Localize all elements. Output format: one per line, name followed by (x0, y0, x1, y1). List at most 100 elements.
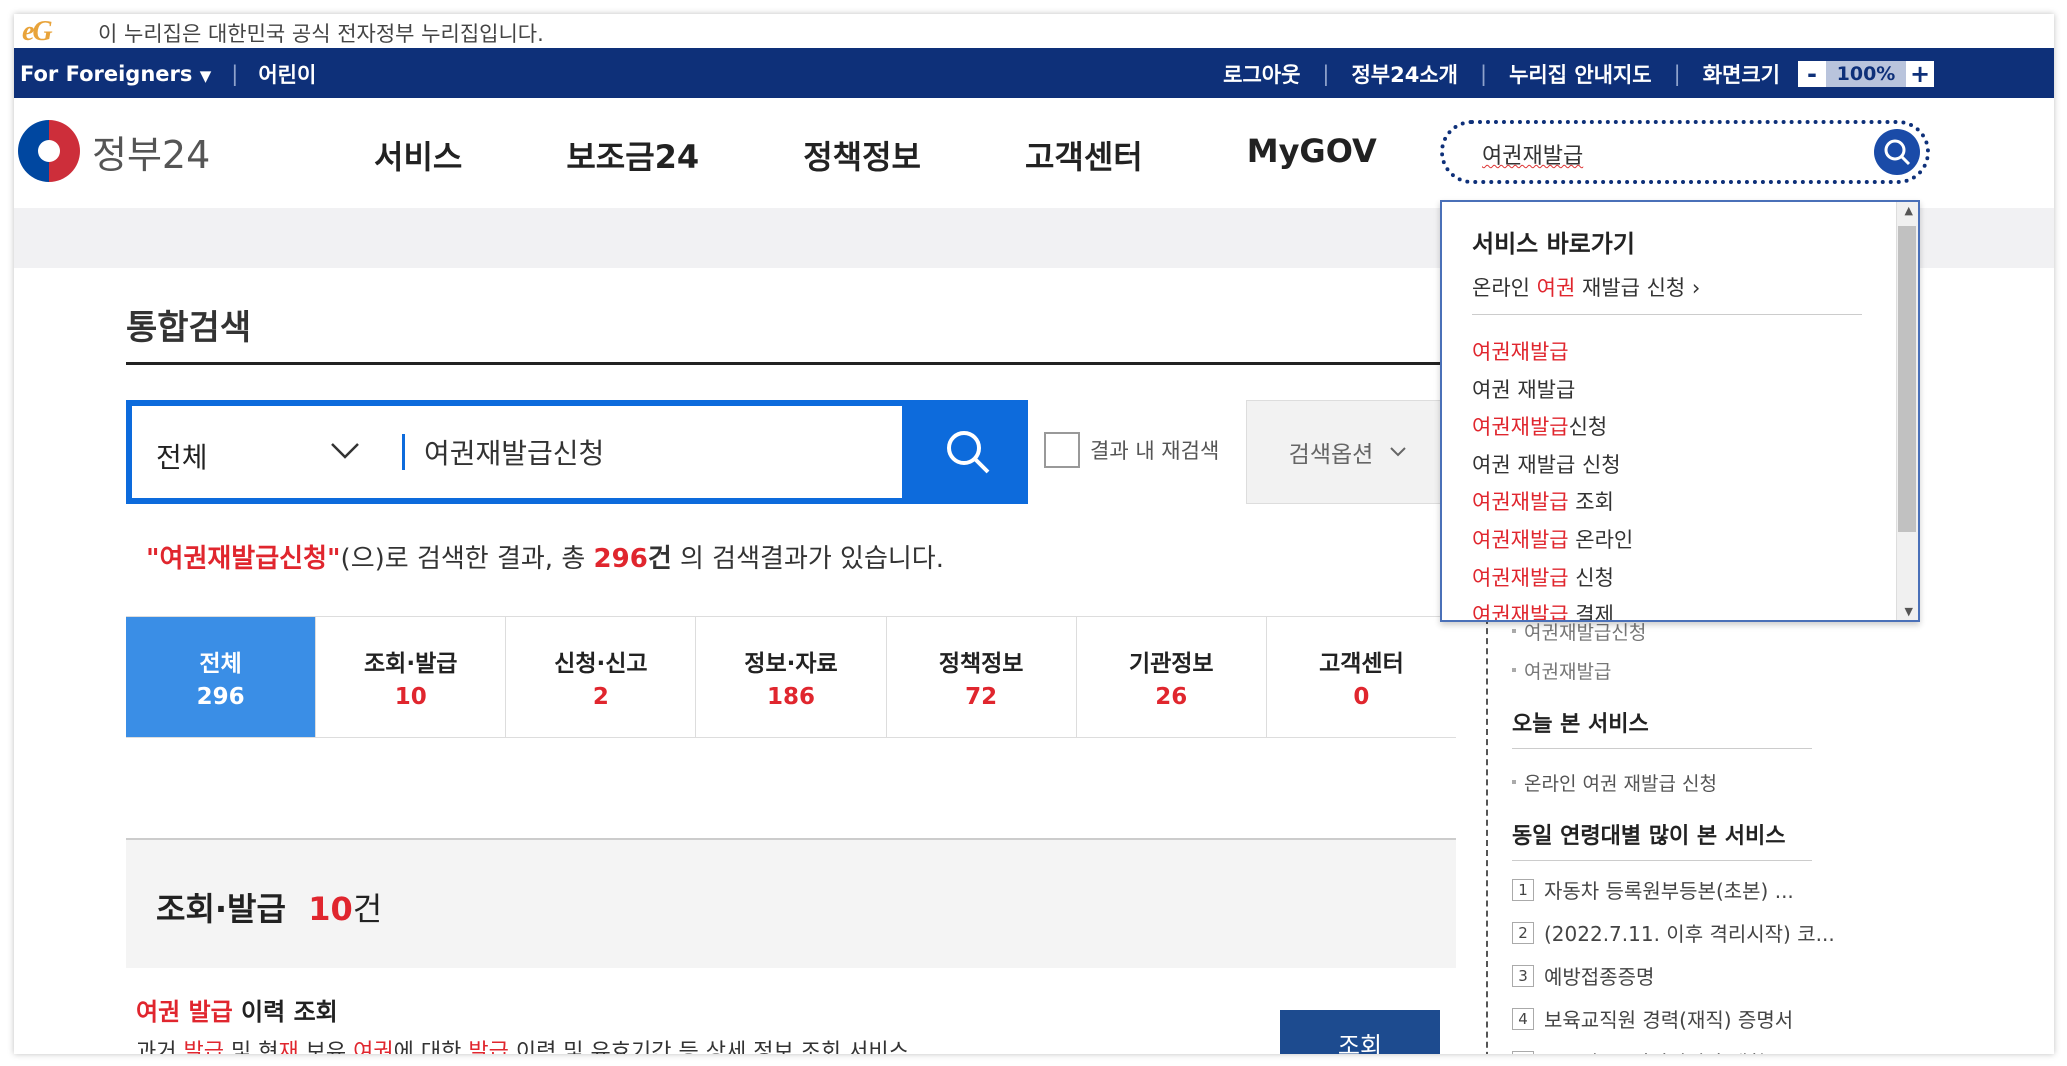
nav-item-policy[interactable]: 정책정보 (803, 132, 921, 178)
popular-item[interactable]: 5 코로나19 입원격리자 생활... (1512, 1047, 1852, 1054)
result-item-title[interactable]: 여권 발급 이력 조회 (136, 992, 338, 1027)
summary-mid: (으)로 검색한 결과, 총 (340, 544, 594, 574)
popular-item[interactable]: 1 자동차 등록원부등본(초본) ... (1512, 875, 1852, 904)
tab-policy[interactable]: 정책정보 72 (887, 617, 1077, 737)
rank-badge: 1 (1512, 878, 1534, 901)
recent-search-item[interactable]: 여권재발급신청 (1512, 618, 1852, 645)
suggestion-item[interactable]: 여권 재발급 신청 (1472, 447, 1633, 485)
tab-apply-report[interactable]: 신청·신고 2 (506, 617, 697, 737)
tab-count: 186 (766, 684, 815, 710)
suggestion-item[interactable]: 여권재발급 온라인 (1472, 522, 1633, 560)
suggestion-highlight: 여권재발급 (1472, 490, 1569, 515)
lookup-button[interactable]: 조회 (1280, 1010, 1440, 1054)
popular-item-label: 보육교직원 경력(재직) 증명서 (1544, 1008, 1794, 1032)
tab-count: 296 (196, 684, 245, 710)
today-viewed-item[interactable]: 온라인 여권 재발급 신청 (1512, 769, 1852, 796)
scroll-down-icon[interactable]: ▼ (1905, 605, 1913, 618)
taegeuk-icon (18, 120, 80, 182)
zoom-out-button[interactable]: - (1798, 61, 1826, 87)
scroll-up-icon[interactable]: ▲ (1905, 204, 1913, 217)
popular-item-label: (2022.7.11. 이후 격리시작) 코... (1544, 922, 1835, 946)
suggestion-highlight: 여권재발급 (1472, 527, 1569, 552)
nav-item-support[interactable]: 고객센터 (1025, 132, 1143, 178)
search-input[interactable]: 여권재발급신청 (424, 432, 604, 472)
nav-item-services[interactable]: 서비스 (374, 132, 462, 178)
egov-logo: eG (22, 16, 53, 47)
browser-page: eG 이 누리집은 대한민국 공식 전자정부 누리집입니다. For Forei… (14, 14, 2054, 1054)
header-search-field[interactable]: 여권재발급 (1440, 120, 1930, 184)
suggestion-item[interactable]: 여권재발급 결제 (1472, 597, 1633, 622)
highlight-text: 여권 (353, 1040, 394, 1054)
scrollbar-thumb[interactable] (1898, 226, 1916, 532)
for-foreigners-label: For Foreigners (20, 62, 193, 86)
checkbox[interactable] (1044, 432, 1080, 468)
rank-badge: 2 (1512, 921, 1534, 944)
tab-label: 기관정보 (1128, 651, 1214, 677)
tab-count: 2 (592, 684, 609, 710)
suggestion-text: 결제 (1568, 603, 1614, 622)
zoom-in-button[interactable]: + (1906, 61, 1934, 87)
text-segment: 보유 (298, 1040, 354, 1054)
tab-label: 정책정보 (938, 651, 1024, 677)
search-options-label: 검색옵션 (1288, 442, 1374, 468)
suggestion-highlight: 여권재발급 (1472, 415, 1569, 440)
text-segment: 에 대한 (393, 1040, 469, 1054)
separator: | (1673, 62, 1681, 86)
suggestion-text: 조회 (1568, 490, 1614, 515)
kids-link[interactable]: 어린이 (258, 59, 316, 89)
highlight-text: 여권 (136, 998, 181, 1026)
about-link[interactable]: 정부24소개 (1351, 59, 1458, 89)
separator: | (1480, 62, 1488, 86)
tab-support[interactable]: 고객센터 0 (1267, 617, 1456, 737)
header-search-button[interactable] (1874, 129, 1920, 175)
tab-label: 전체 (199, 651, 242, 677)
suggestion-item[interactable]: 여권재발급 (1472, 334, 1633, 372)
separator: | (1322, 62, 1330, 86)
rank-badge: 5 (1512, 1050, 1534, 1054)
popular-item[interactable]: 4 보육교직원 경력(재직) 증명서 (1512, 1004, 1852, 1033)
utility-bar: For Foreigners ▼ | 어린이 로그아웃 | 정부24소개 | 누… (14, 48, 2054, 98)
tab-agency[interactable]: 기관정보 26 (1077, 617, 1267, 737)
popular-item-label: 코로나19 입원격리자 생활... (1544, 1047, 1785, 1054)
for-foreigners-link[interactable]: For Foreigners ▼ (20, 62, 211, 86)
tab-lookup-issue[interactable]: 조회·발급 10 (316, 617, 507, 737)
suggestion-item[interactable]: 여권 재발급 (1472, 372, 1633, 410)
chevron-down-icon[interactable] (328, 430, 362, 474)
search-options-button[interactable]: 검색옵션 (1246, 400, 1456, 504)
nav-item-mygov[interactable]: MyGOV (1247, 132, 1377, 178)
gov-banner: eG 이 누리집은 대한민국 공식 전자정부 누리집입니다. (14, 14, 2054, 48)
popular-item[interactable]: 2 (2022.7.11. 이후 격리시작) 코... (1512, 918, 1852, 947)
caret-down-icon: ▼ (199, 67, 212, 85)
recent-search-item[interactable]: 여권재발급 (1512, 657, 1852, 684)
nav-item-subsidy[interactable]: 보조금24 (566, 132, 699, 178)
rank-badge: 3 (1512, 964, 1534, 987)
suggestion-item[interactable]: 여권재발급 조회 (1472, 484, 1633, 522)
main-nav: 서비스 보조금24 정책정보 고객센터 MyGOV (374, 132, 1481, 178)
highlight-text: 여권 (1536, 276, 1576, 300)
category-select[interactable]: 전체 (156, 436, 208, 476)
section-header: 조회·발급 10건 (126, 838, 1456, 968)
tab-label: 신청·신고 (554, 651, 648, 677)
suggestion-item[interactable]: 여권재발급 신청 (1472, 560, 1633, 598)
search-button[interactable] (908, 400, 1028, 504)
logout-link[interactable]: 로그아웃 (1223, 59, 1300, 89)
service-shortcut-link[interactable]: 온라인 여권 재발급 신청 › (1472, 272, 1700, 302)
research-within-checkbox[interactable]: 결과 내 재검색 (1044, 432, 1219, 468)
tab-count: 26 (1155, 684, 1188, 710)
gov24-logo[interactable]: 정부24 (18, 120, 210, 182)
tab-info-data[interactable]: 정보·자료 186 (696, 617, 887, 737)
research-within-label: 결과 내 재검색 (1090, 439, 1220, 463)
side-divider (1486, 618, 1488, 1054)
scrollbar[interactable]: ▲ ▼ (1896, 202, 1918, 620)
autocomplete-dropdown: 서비스 바로가기 온라인 여권 재발급 신청 › 여권재발급 여권 재발급 여권재발… (1440, 200, 1920, 622)
suggestion-list: 여권재발급 여권 재발급 여권재발급신청 여권 재발급 신청 여권재발급 조회 여권재발급… (1472, 334, 1633, 622)
highlight-text: 발급 (188, 998, 233, 1026)
suggestion-item[interactable]: 여권재발급신청 (1472, 409, 1633, 447)
autocomplete-divider (1472, 314, 1862, 315)
sitemap-link[interactable]: 누리집 안내지도 (1509, 59, 1652, 89)
side-panel: 여권재발급신청 여권재발급 오늘 본 서비스 온라인 여권 재발급 신청 동일 … (1512, 618, 1852, 1054)
suggestion-text: 신청 (1568, 565, 1614, 590)
header-search-value[interactable]: 여권재발급 (1482, 138, 1583, 170)
popular-item[interactable]: 3 예방접종증명 (1512, 961, 1852, 990)
tab-all[interactable]: 전체 296 (126, 617, 317, 737)
